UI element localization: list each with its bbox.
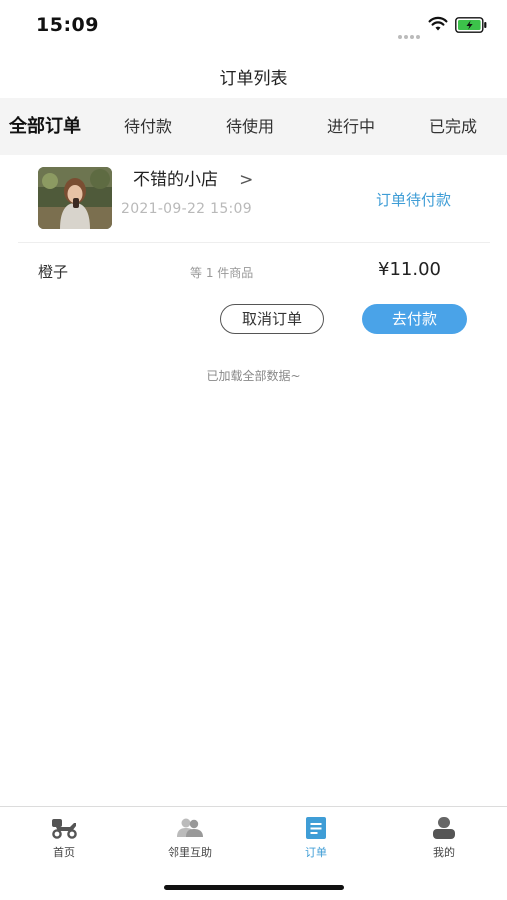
- order-icon: [306, 817, 326, 839]
- tab-to-use[interactable]: 待使用: [226, 98, 274, 155]
- bottom-nav-label: 我的: [433, 846, 455, 859]
- shop-thumbnail: [38, 167, 112, 229]
- status-time: 15:09: [36, 14, 99, 36]
- scooter-icon: [52, 819, 77, 839]
- battery-charging-icon: [455, 17, 487, 33]
- bottom-nav-label: 订单: [305, 846, 327, 859]
- wifi-icon: [428, 16, 448, 31]
- tab-completed[interactable]: 已完成: [429, 98, 477, 155]
- page-title: 订单列表: [219, 69, 288, 89]
- bottom-nav-label: 邻里互助: [168, 846, 212, 859]
- order-status: 订单待付款: [376, 191, 452, 209]
- bottom-nav-label: 首页: [53, 846, 75, 859]
- bottom-nav-neighbors[interactable]: 邻里互助: [150, 817, 230, 863]
- item-name: 橙子: [38, 263, 69, 281]
- bottom-nav-orders[interactable]: 订单: [276, 817, 356, 863]
- tab-all-orders[interactable]: 全部订单: [9, 98, 81, 155]
- order-card[interactable]: 不错的小店 > 2021-09-22 15:09 订单待付款 橙子 等 1 件商…: [0, 155, 507, 355]
- order-time: 2021-09-22 15:09: [121, 201, 252, 217]
- tab-in-progress[interactable]: 进行中: [327, 98, 375, 155]
- tab-pending-payment[interactable]: 待付款: [124, 98, 172, 155]
- pay-button[interactable]: 去付款: [362, 304, 467, 334]
- bottom-nav-home[interactable]: 首页: [24, 817, 104, 863]
- bottom-nav: 首页 邻里互助 订单 我的: [0, 806, 507, 900]
- chevron-right-icon: >: [239, 170, 254, 190]
- home-indicator[interactable]: [164, 885, 344, 890]
- bottom-nav-mine[interactable]: 我的: [404, 817, 484, 863]
- people-icon: [177, 818, 203, 837]
- divider: [18, 242, 490, 243]
- item-count: 等 1 件商品: [190, 266, 254, 280]
- nav-bar: 订单列表: [0, 52, 507, 98]
- shop-name: 不错的小店: [133, 170, 218, 190]
- signal-icon: [398, 24, 422, 43]
- order-price: ¥11.00: [378, 259, 441, 280]
- load-complete-hint: 已加载全部数据~: [206, 369, 301, 383]
- status-bar: 15:09: [0, 0, 507, 52]
- order-tabs: 全部订单 待付款 待使用 进行中 已完成: [0, 98, 507, 155]
- user-icon: [433, 817, 455, 839]
- shop-link[interactable]: 不错的小店 >: [133, 165, 254, 190]
- cancel-order-button[interactable]: 取消订单: [220, 304, 324, 334]
